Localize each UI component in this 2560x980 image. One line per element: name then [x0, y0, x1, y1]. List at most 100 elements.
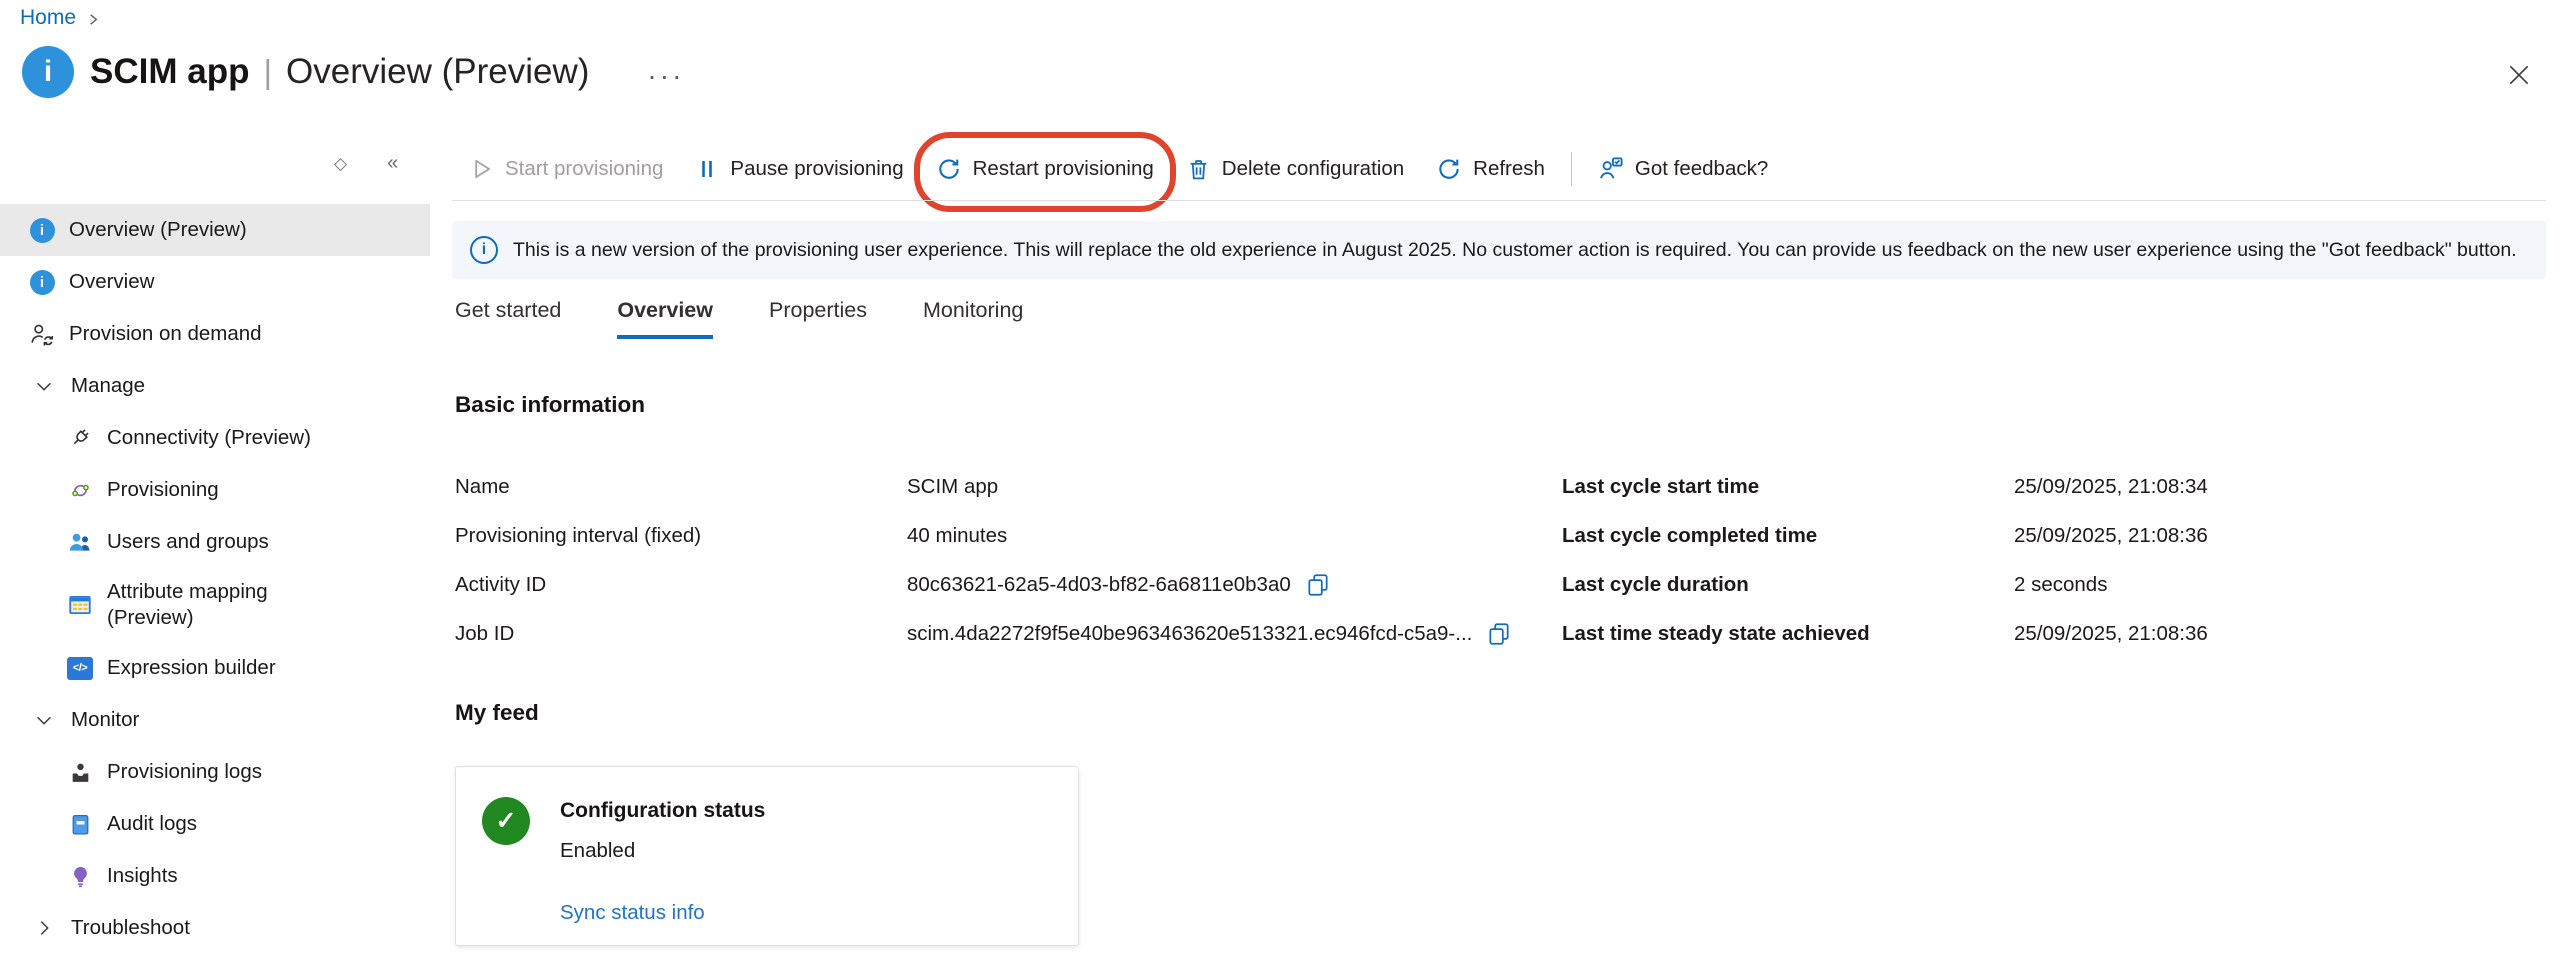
sidebar-item-label: Attribute mapping (Preview)	[107, 579, 352, 630]
tab-monitoring[interactable]: Monitoring	[923, 298, 1023, 339]
info-row-activity-id: Activity ID 80c63621-62a5-4d03-bf82-6a68…	[455, 560, 1512, 609]
blade-name: Overview (Preview)	[286, 52, 589, 92]
sidebar-item-label: Users and groups	[107, 530, 269, 554]
trash-icon	[1186, 157, 1211, 182]
info-label: Last cycle start time	[1562, 475, 2014, 499]
info-icon: i	[28, 270, 56, 295]
tab-properties[interactable]: Properties	[769, 298, 867, 339]
button-label: Refresh	[1473, 157, 1545, 181]
toolbar-separator	[1571, 152, 1572, 186]
tab-overview[interactable]: Overview	[617, 298, 713, 339]
sidebar-item-label: Provisioning logs	[107, 760, 262, 784]
collapse-menu-icon[interactable]: «	[387, 152, 398, 175]
play-icon	[468, 156, 494, 182]
configuration-status-card: ✓ Configuration status Enabled Sync stat…	[455, 766, 1079, 946]
info-value: scim.4da2272f9f5e40be963463620e513321.ec…	[907, 622, 1472, 646]
breadcrumb-home-link[interactable]: Home	[20, 6, 76, 30]
code-chip-icon: </>	[66, 657, 94, 680]
button-label: Delete configuration	[1222, 157, 1404, 181]
restart-icon	[936, 156, 962, 182]
sidebar-item-overview[interactable]: i Overview	[0, 256, 430, 308]
resize-diamond-icon[interactable]: ◇	[334, 154, 347, 174]
info-row-name: Name SCIM app	[455, 462, 1512, 511]
button-label: Restart provisioning	[973, 157, 1154, 181]
more-options-icon[interactable]: ···	[647, 52, 684, 92]
info-label: Last cycle duration	[1562, 573, 2014, 597]
info-value: 25/09/2025, 21:08:36	[2014, 622, 2208, 646]
sidebar-item-label: Troubleshoot	[71, 916, 190, 940]
page-title: SCIM app | Overview (Preview) ···	[90, 52, 684, 92]
close-icon[interactable]	[2502, 58, 2536, 92]
sidebar-item-label: Overview (Preview)	[69, 218, 247, 242]
info-value: SCIM app	[907, 475, 998, 499]
sidebar-item-provision-on-demand[interactable]: Provision on demand	[0, 308, 430, 360]
copy-icon[interactable]	[1486, 621, 1512, 647]
app-info-badge-icon: i	[22, 46, 74, 98]
toolbar-divider	[452, 200, 2546, 201]
pane-controls: ◇ «	[334, 152, 398, 175]
info-label: Provisioning interval (fixed)	[455, 524, 907, 548]
sidebar-item-connectivity[interactable]: Connectivity (Preview)	[0, 412, 430, 464]
sync-status-info-link[interactable]: Sync status info	[560, 901, 705, 925]
pause-provisioning-button[interactable]: Pause provisioning	[679, 143, 919, 195]
info-value: 80c63621-62a5-4d03-bf82-6a6811e0b3a0	[907, 573, 1291, 597]
check-icon: ✓	[482, 797, 530, 845]
info-label: Name	[455, 475, 907, 499]
info-row-last-cycle-duration: Last cycle duration 2 seconds	[1562, 560, 2208, 609]
refresh-button[interactable]: Refresh	[1420, 143, 1561, 195]
person-log-icon	[66, 760, 94, 785]
sidebar-group-manage[interactable]: Manage	[0, 360, 430, 412]
breadcrumb: Home	[20, 6, 101, 30]
sidebar-item-overview-preview[interactable]: i Overview (Preview)	[0, 204, 430, 256]
sidebar-item-label: Connectivity (Preview)	[107, 426, 311, 450]
info-value: 25/09/2025, 21:08:36	[2014, 524, 2208, 548]
info-value: 2 seconds	[2014, 573, 2107, 597]
azure-portal-blade: Home i SCIM app | Overview (Preview) ···…	[0, 0, 2560, 980]
status-value: Enabled	[560, 839, 635, 863]
sidebar-item-attribute-mapping[interactable]: Attribute mapping (Preview)	[0, 568, 430, 642]
restart-provisioning-button[interactable]: Restart provisioning	[920, 143, 1170, 195]
sidebar-item-label: Overview	[69, 270, 154, 294]
command-bar: Start provisioning Pause provisioning Re…	[452, 138, 1784, 200]
sidebar-item-audit-logs[interactable]: Audit logs	[0, 798, 430, 850]
info-row-last-cycle-completed: Last cycle completed time 25/09/2025, 21…	[1562, 511, 2208, 560]
basic-info-right-column: Last cycle start time 25/09/2025, 21:08:…	[1562, 462, 2208, 658]
info-label: Last time steady state achieved	[1562, 622, 2014, 646]
sidebar-group-troubleshoot[interactable]: Troubleshoot	[0, 902, 430, 954]
sidebar-item-provisioning-logs[interactable]: Provisioning logs	[0, 746, 430, 798]
chevron-down-icon	[30, 709, 58, 731]
sidebar-item-label: Monitor	[71, 708, 139, 732]
copy-icon[interactable]	[1305, 572, 1331, 598]
chevron-right-icon	[30, 917, 58, 939]
refresh-icon	[1436, 156, 1462, 182]
button-label: Got feedback?	[1635, 157, 1768, 181]
info-value: 25/09/2025, 21:08:34	[2014, 475, 2208, 499]
sidebar-item-expression-builder[interactable]: </> Expression builder	[0, 642, 430, 694]
table-icon	[66, 592, 94, 618]
button-label: Start provisioning	[505, 157, 663, 181]
sidebar-item-insights[interactable]: Insights	[0, 850, 430, 902]
sync-cycle-icon	[66, 478, 94, 503]
delete-configuration-button[interactable]: Delete configuration	[1170, 143, 1420, 195]
plug-icon	[66, 425, 94, 451]
info-row-steady-state: Last time steady state achieved 25/09/20…	[1562, 609, 2208, 658]
sidebar: i Overview (Preview) i Overview Provisio…	[0, 204, 430, 954]
tab-get-started[interactable]: Get started	[455, 298, 561, 339]
sidebar-group-monitor[interactable]: Monitor	[0, 694, 430, 746]
info-label: Activity ID	[455, 573, 907, 597]
users-icon	[66, 529, 94, 555]
info-row-provisioning-interval: Provisioning interval (fixed) 40 minutes	[455, 511, 1512, 560]
sidebar-item-label: Provisioning	[107, 478, 219, 502]
banner-text: This is a new version of the provisionin…	[513, 239, 2517, 262]
my-feed-heading: My feed	[455, 700, 539, 726]
info-value: 40 minutes	[907, 524, 1007, 548]
info-label: Job ID	[455, 622, 907, 646]
info-label: Last cycle completed time	[1562, 524, 2014, 548]
sidebar-item-label: Expression builder	[107, 656, 276, 680]
sidebar-item-provisioning[interactable]: Provisioning	[0, 464, 430, 516]
start-provisioning-button[interactable]: Start provisioning	[452, 143, 679, 195]
feedback-icon	[1598, 156, 1624, 182]
got-feedback-button[interactable]: Got feedback?	[1582, 143, 1784, 195]
tab-bar: Get started Overview Properties Monitori…	[455, 298, 1023, 339]
sidebar-item-users-and-groups[interactable]: Users and groups	[0, 516, 430, 568]
